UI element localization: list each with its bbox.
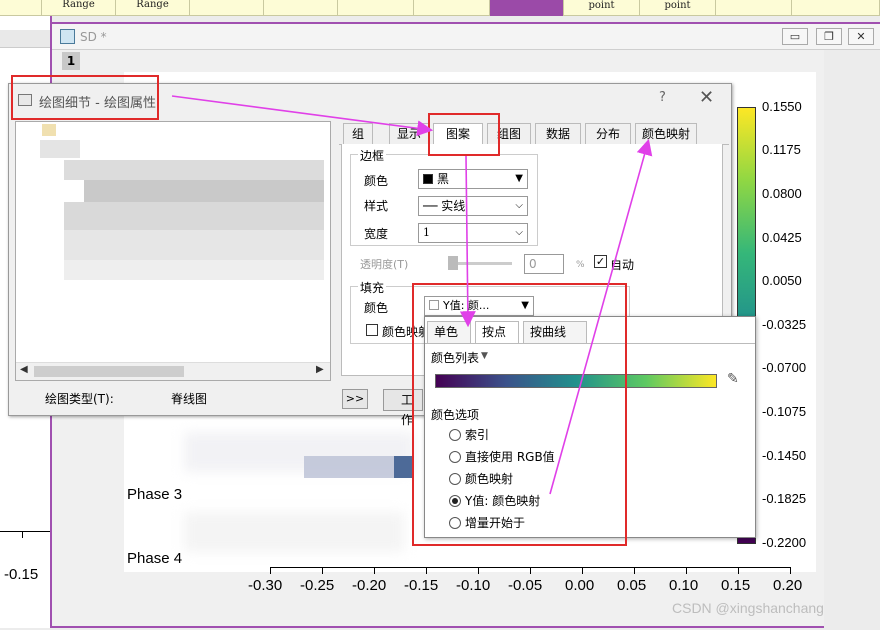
arrow-title-to-tab [171,95,434,137]
watermark: CSDN @xingshanchang [672,600,824,616]
arrow-tab-to-fill [459,155,476,328]
annotation-arrows [171,95,653,495]
arrow-option-to-colormap-tab [549,138,653,495]
